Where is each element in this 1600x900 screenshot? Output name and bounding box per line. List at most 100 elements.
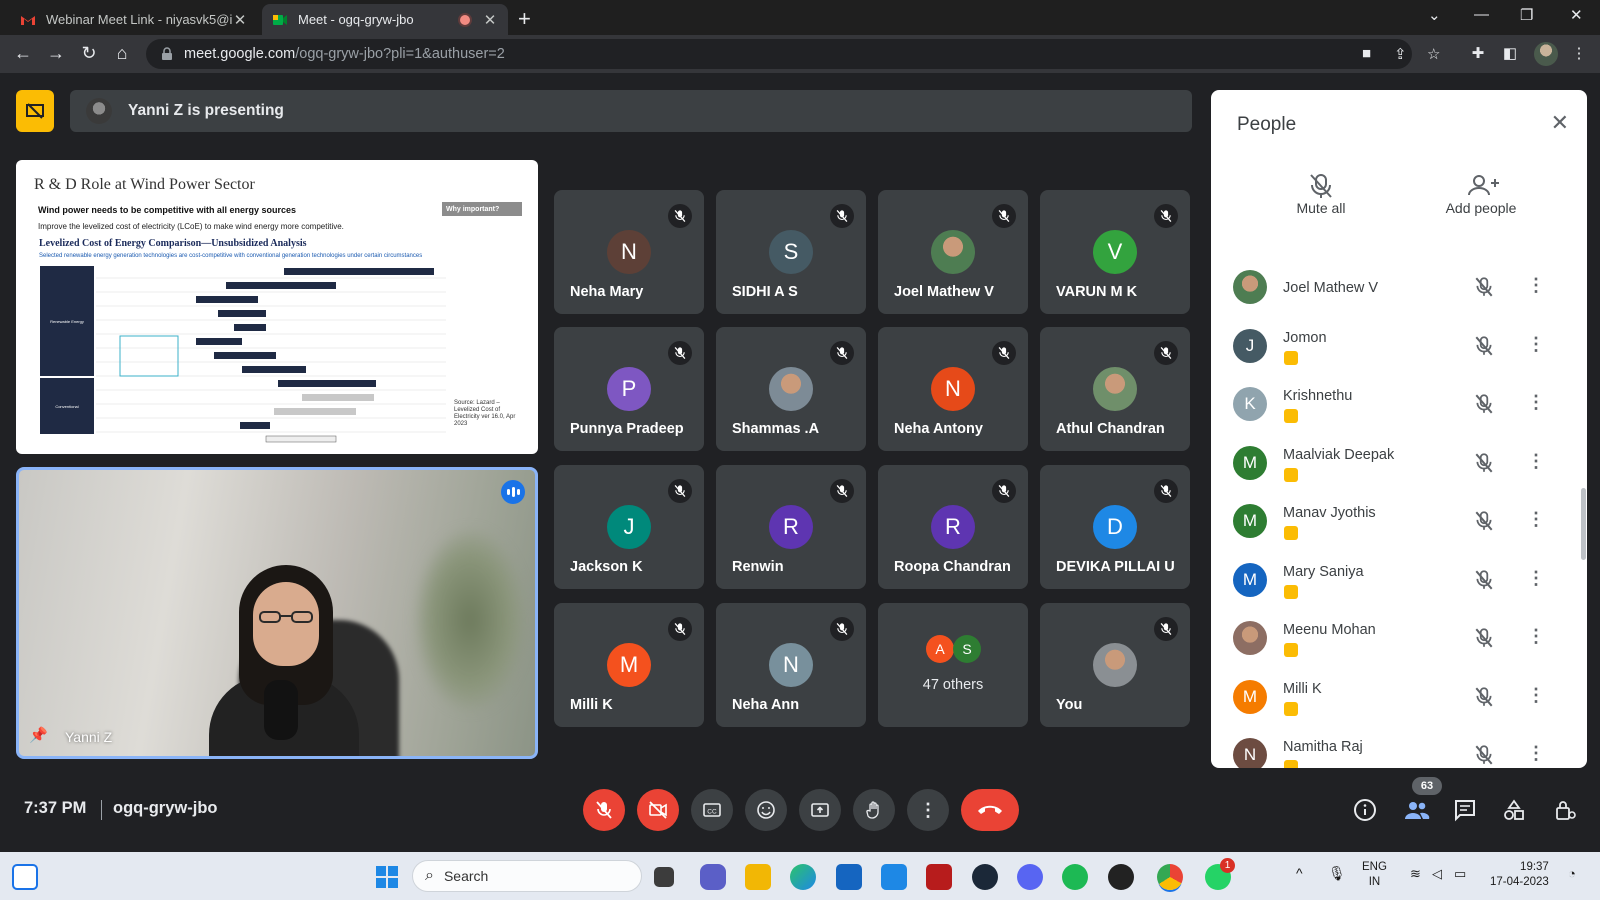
tab-close-icon[interactable]: ✕ [482, 11, 498, 29]
people-list-item[interactable]: K Krishnethu ⋮ [1211, 379, 1587, 437]
home-icon[interactable]: ⌂ [111, 43, 133, 64]
game-app-icon[interactable] [926, 864, 952, 890]
participant-tile[interactable]: Athul Chandran [1040, 327, 1190, 451]
raise-hand-button[interactable] [853, 789, 895, 831]
maximize-icon[interactable]: ❐ [1520, 6, 1533, 24]
more-options-icon[interactable]: ⋮ [1527, 743, 1545, 764]
steam-icon[interactable] [972, 864, 998, 890]
toggle-camera-button[interactable] [637, 789, 679, 831]
mic-off-icon[interactable] [1473, 335, 1495, 362]
taskbar-search[interactable]: ⌕ Search [412, 860, 642, 892]
people-list-item[interactable]: M Mary Saniya ⋮ [1211, 555, 1587, 613]
more-options-icon[interactable]: ⋮ [1527, 568, 1545, 589]
more-options-icon[interactable]: ⋮ [1527, 451, 1545, 472]
tab-meet[interactable]: Meet - ogq-gryw-jbo ✕ [262, 4, 508, 35]
present-now-button[interactable] [799, 789, 841, 831]
more-options-button[interactable]: ⋮ [907, 789, 949, 831]
mic-off-icon[interactable] [1473, 393, 1495, 420]
participant-tile[interactable]: Shammas .A [716, 327, 866, 451]
presenter-video-tile[interactable]: 📌 Yanni Z [16, 467, 538, 759]
taskbar-clock[interactable]: 19:37 17-04-2023 [1490, 860, 1549, 890]
forward-icon[interactable]: → [45, 43, 67, 64]
microphone-tray-icon[interactable]: 🎙 [1328, 866, 1346, 881]
task-view-icon[interactable] [654, 867, 674, 887]
teams-chat-icon[interactable] [700, 864, 726, 890]
more-options-icon[interactable]: ⋮ [1527, 392, 1545, 413]
participant-tile[interactable]: P Punnya Pradeep [554, 327, 704, 451]
mail-icon[interactable] [881, 864, 907, 890]
notification-icon[interactable]: ◔ [1568, 866, 1576, 881]
tab-gmail[interactable]: Webinar Meet Link - niyasvk5@i ✕ [10, 4, 258, 35]
people-list-item[interactable]: M Manav Jyothis ⋮ [1211, 496, 1587, 554]
participant-tile[interactable]: Joel Mathew V [878, 190, 1028, 314]
participant-tile[interactable]: You [1040, 603, 1190, 727]
people-panel-scrollbar[interactable] [1581, 488, 1586, 560]
mic-off-icon[interactable] [1473, 744, 1495, 768]
file-explorer-icon[interactable] [745, 864, 771, 890]
profile-avatar[interactable] [1534, 42, 1558, 66]
participant-tile[interactable]: R Roopa Chandran [878, 465, 1028, 589]
people-icon[interactable] [1403, 796, 1431, 824]
participant-tile[interactable]: A S 47 others [878, 603, 1028, 727]
add-people-button[interactable]: Add people [1421, 172, 1541, 216]
mute-all-button[interactable]: Mute all [1261, 172, 1381, 216]
battery-icon[interactable]: ▭ [1454, 866, 1466, 881]
side-panel-icon[interactable]: ◧ [1500, 44, 1520, 64]
people-list-item[interactable]: Joel Mathew V ⋮ [1211, 262, 1587, 320]
xbox-icon[interactable] [1108, 864, 1134, 890]
participant-tile[interactable]: D DEVIKA PILLAI U [1040, 465, 1190, 589]
mic-off-icon[interactable] [1473, 510, 1495, 537]
back-icon[interactable]: ← [12, 43, 34, 64]
more-options-icon[interactable]: ⋮ [1527, 685, 1545, 706]
language-indicator[interactable]: ENG IN [1362, 860, 1387, 890]
shared-screen[interactable]: R & D Role at Wind Power Sector Wind pow… [16, 160, 538, 454]
chrome-icon[interactable] [1157, 864, 1183, 890]
mic-off-icon[interactable] [1473, 452, 1495, 479]
tray-chevron-icon[interactable]: ^ [1296, 866, 1303, 881]
bookmark-star-icon[interactable]: ☆ [1427, 45, 1440, 63]
edge-icon[interactable] [790, 864, 816, 890]
tab-close-icon[interactable]: ✕ [232, 11, 248, 29]
participant-tile[interactable]: N Neha Mary [554, 190, 704, 314]
leave-call-button[interactable] [961, 789, 1019, 831]
participant-tile[interactable]: N Neha Antony [878, 327, 1028, 451]
participant-tile[interactable]: S SIDHI A S [716, 190, 866, 314]
people-list-item[interactable]: Meenu Mohan ⋮ [1211, 613, 1587, 671]
participant-tile[interactable]: N Neha Ann [716, 603, 866, 727]
captions-button[interactable]: CC [691, 789, 733, 831]
wifi-icon[interactable]: ≋ [1410, 866, 1421, 881]
close-panel-icon[interactable]: ✕ [1551, 110, 1569, 136]
activities-icon[interactable] [1500, 796, 1528, 824]
mic-off-icon[interactable] [1473, 276, 1495, 303]
people-list-item[interactable]: J Jomon ⋮ [1211, 321, 1587, 379]
windows-start-icon[interactable] [374, 864, 400, 890]
share-icon[interactable]: ⇪ [1394, 45, 1407, 63]
mic-off-icon[interactable] [1473, 627, 1495, 654]
people-list-item[interactable]: M Maalviak Deepak ⋮ [1211, 438, 1587, 496]
reactions-button[interactable] [745, 789, 787, 831]
mic-off-icon[interactable] [1473, 569, 1495, 596]
participant-tile[interactable]: M Milli K [554, 603, 704, 727]
more-options-icon[interactable]: ⋮ [1527, 275, 1545, 296]
chat-icon[interactable] [1451, 796, 1479, 824]
mic-off-icon[interactable] [1473, 686, 1495, 713]
host-controls-icon[interactable] [1551, 796, 1579, 824]
camera-blocked-icon[interactable]: ■ [1362, 45, 1371, 62]
stop-presenting-icon[interactable] [16, 90, 54, 132]
pin-icon[interactable]: 📌 [29, 726, 48, 744]
people-list-item[interactable]: N Namitha Raj ⋮ [1211, 730, 1587, 768]
people-list-item[interactable]: M Milli K ⋮ [1211, 672, 1587, 730]
address-bar[interactable]: meet.google.com/ogq-gryw-jbo?pli=1&authu… [146, 39, 1412, 69]
close-window-icon[interactable]: ✕ [1570, 6, 1583, 24]
minimize-icon[interactable]: — [1474, 6, 1489, 23]
chrome-menu-icon[interactable]: ⋮ [1569, 44, 1589, 64]
participant-tile[interactable]: J Jackson K [554, 465, 704, 589]
tab-search-chevron-icon[interactable]: ⌄ [1428, 6, 1441, 24]
more-options-icon[interactable]: ⋮ [1527, 334, 1545, 355]
reload-icon[interactable]: ↻ [78, 43, 100, 64]
meeting-details-icon[interactable] [1351, 796, 1379, 824]
toggle-microphone-button[interactable] [583, 789, 625, 831]
participant-tile[interactable]: R Renwin [716, 465, 866, 589]
participant-tile[interactable]: V VARUN M K [1040, 190, 1190, 314]
discord-icon[interactable] [1017, 864, 1043, 890]
